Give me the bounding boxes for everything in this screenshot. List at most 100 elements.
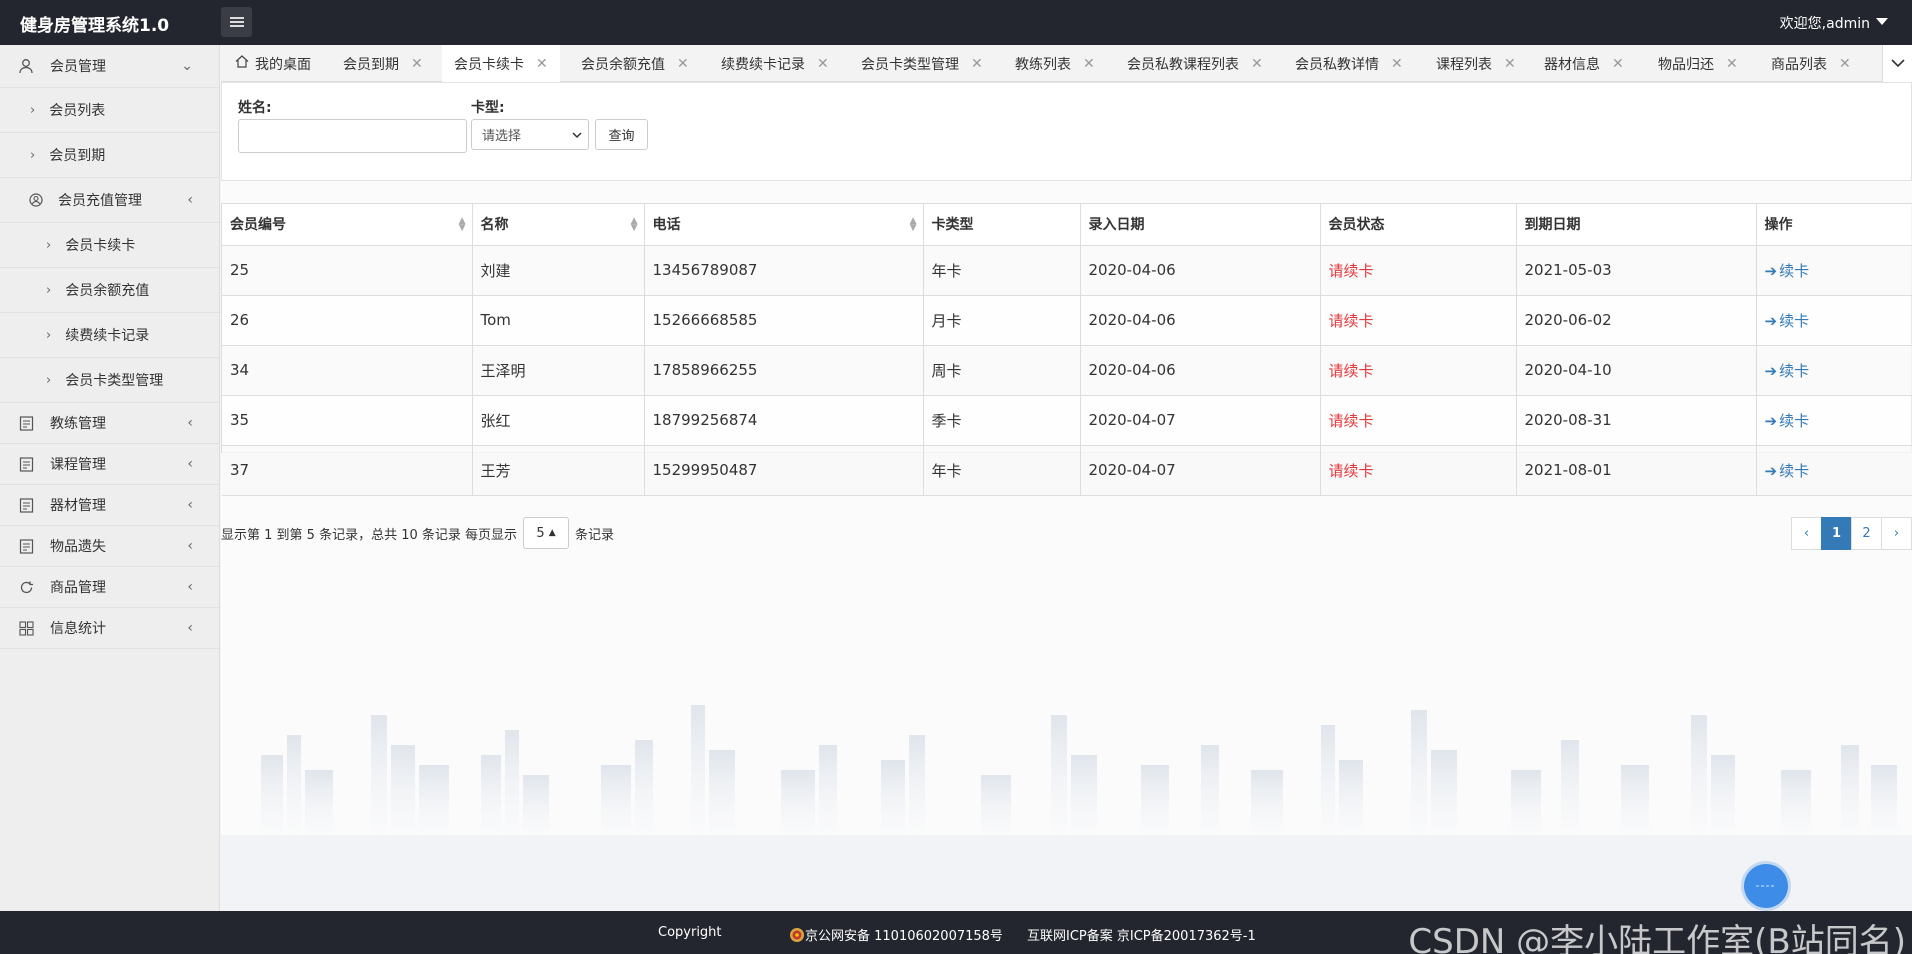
close-icon[interactable]: ✕: [1083, 56, 1095, 72]
chevron-down-icon: ⌄: [181, 58, 193, 74]
footer: Copyright 京公网安备 11010602007158号 互联网ICP备案…: [0, 911, 1912, 954]
arrow-right-icon: ➔: [1764, 411, 1778, 430]
sidebar-item-label: 续费续卡记录: [65, 328, 150, 344]
renew-card-link[interactable]: ➔ 续卡: [1765, 262, 1810, 280]
sort-icon[interactable]: ▲ ▼: [631, 217, 638, 233]
sort-icon[interactable]: ▲ ▼: [910, 217, 917, 233]
close-icon[interactable]: ✕: [1504, 56, 1516, 72]
close-icon[interactable]: ✕: [1391, 56, 1403, 72]
cell-card-type: 年卡: [923, 245, 1081, 296]
tab-private-detail[interactable]: 会员私教详情 ✕: [1295, 45, 1403, 82]
tab-member-expire[interactable]: 会员到期 ✕: [343, 45, 423, 82]
cell-expire-date: 2021-08-01: [1516, 445, 1757, 496]
sidebar-item-label: 会员卡续卡: [65, 238, 136, 254]
tab-label: 教练列表: [1015, 56, 1071, 73]
column-header-name[interactable]: 名称 ▲ ▼: [472, 204, 645, 246]
tab-equipment-info[interactable]: 器材信息 ✕: [1544, 45, 1624, 82]
footer-icp-record[interactable]: 互联网ICP备案 京ICP备20017362号-1: [1027, 925, 1256, 944]
sidebar-item-product-mgmt[interactable]: 商品管理 ‹: [0, 567, 219, 608]
card-type-select[interactable]: 请选择: [471, 119, 589, 150]
tab-card-renew[interactable]: 会员卡续卡 ✕: [442, 45, 560, 82]
name-label: 姓名:: [238, 100, 272, 116]
renew-card-link[interactable]: ➔ 续卡: [1765, 312, 1810, 330]
tab-balance-recharge[interactable]: 会员余额充值 ✕: [581, 45, 689, 82]
cell-entry-date: 2020-04-06: [1080, 245, 1321, 296]
close-icon[interactable]: ✕: [1251, 56, 1263, 72]
tab-renew-records[interactable]: 续费续卡记录 ✕: [721, 45, 829, 82]
tab-bar: 我的桌面 会员到期 ✕ 会员卡续卡 ✕ 会员余额充值 ✕ 续费续卡记录 ✕ 会员卡类型管…: [221, 45, 1912, 82]
tab-item-return[interactable]: 物品归还 ✕: [1658, 45, 1738, 82]
close-icon[interactable]: ✕: [1726, 56, 1738, 72]
close-icon[interactable]: ✕: [677, 56, 689, 72]
column-header-phone[interactable]: 电话 ▲ ▼: [644, 204, 924, 246]
table-row: 37 王芳 15299950487 年卡 2020-04-07 请续卡 2021…: [222, 445, 1912, 496]
sidebar-item-balance-recharge[interactable]: › 会员余额充值: [0, 268, 219, 313]
cell-card-type: 季卡: [923, 395, 1081, 446]
page-size-dropdown[interactable]: 5 ▲: [523, 517, 570, 549]
chevron-left-icon: ‹: [187, 415, 193, 431]
page-prev-button[interactable]: ‹: [1791, 517, 1822, 550]
sidebar-item-course-mgmt[interactable]: 课程管理 ‹: [0, 444, 219, 485]
tab-label: 会员余额充值: [581, 56, 665, 73]
cell-entry-date: 2020-04-07: [1080, 395, 1321, 446]
pagination: ‹ 1 2 ›: [1791, 517, 1912, 550]
skyline-background-image: [221, 705, 1912, 911]
tab-private-course-list[interactable]: 会员私教课程列表 ✕: [1127, 45, 1263, 82]
sidebar-item-coach-mgmt[interactable]: 教练管理 ‹: [0, 403, 219, 444]
tab-label: 续费续卡记录: [721, 56, 805, 73]
tab-desktop[interactable]: 我的桌面: [235, 45, 311, 82]
refresh-icon: [18, 579, 34, 595]
column-header-status: 会员状态: [1320, 204, 1517, 246]
floating-action-button[interactable]: [1744, 864, 1788, 908]
sort-icon[interactable]: ▲ ▼: [459, 217, 466, 233]
close-icon[interactable]: ✕: [1612, 56, 1624, 72]
chevron-left-icon: ‹: [187, 538, 193, 554]
tab-label: 课程列表: [1436, 56, 1492, 73]
sidebar-item-lost-items[interactable]: 物品遗失 ‹: [0, 526, 219, 567]
dots-icon: [1756, 885, 1776, 887]
renew-card-link[interactable]: ➔ 续卡: [1765, 412, 1810, 430]
user-menu[interactable]: 欢迎您,admin: [1780, 13, 1888, 33]
close-icon[interactable]: ✕: [411, 56, 423, 72]
tab-card-type-mgmt[interactable]: 会员卡类型管理 ✕: [861, 45, 983, 82]
renew-card-link[interactable]: ➔ 续卡: [1765, 362, 1810, 380]
sidebar-item-card-type-mgmt[interactable]: › 会员卡类型管理: [0, 358, 219, 403]
tab-coach-list[interactable]: 教练列表 ✕: [1015, 45, 1095, 82]
close-icon[interactable]: ✕: [536, 56, 548, 72]
column-header-card-type: 卡类型: [923, 204, 1081, 246]
sidebar-item-member-list[interactable]: › 会员列表: [0, 88, 219, 133]
query-button[interactable]: 查询: [595, 119, 648, 150]
menu-toggle-button[interactable]: [221, 7, 252, 37]
sidebar-item-statistics[interactable]: 信息统计 ‹: [0, 608, 219, 649]
sidebar-item-member-mgmt[interactable]: 会员管理 ⌄: [0, 45, 219, 88]
table-row: 26 Tom 15266668585 月卡 2020-04-06 请续卡 202…: [222, 295, 1912, 346]
tab-course-list[interactable]: 课程列表 ✕: [1436, 45, 1516, 82]
footer-police-record[interactable]: 京公网安备 11010602007158号: [789, 925, 1003, 944]
sidebar-item-equipment-mgmt[interactable]: 器材管理 ‹: [0, 485, 219, 526]
page-button-2[interactable]: 2: [1851, 517, 1882, 550]
table-header-row: 会员编号 ▲ ▼ 名称 ▲ ▼ 电话 ▲ ▼ 卡类型 录入日期 会员状态 到期日期 操作: [222, 204, 1912, 246]
tab-more-button[interactable]: [1882, 45, 1912, 82]
close-icon[interactable]: ✕: [1839, 56, 1851, 72]
chevron-right-icon: ›: [46, 372, 52, 388]
card-type-label: 卡型:: [471, 100, 505, 116]
column-header-actions: 操作: [1756, 204, 1912, 246]
tab-label: 会员到期: [343, 56, 399, 73]
page-next-button[interactable]: ›: [1881, 517, 1912, 550]
column-header-member-id[interactable]: 会员编号 ▲ ▼: [222, 204, 473, 246]
sidebar-item-label: 教练管理: [50, 416, 106, 432]
page-button-1[interactable]: 1: [1821, 517, 1852, 550]
close-icon[interactable]: ✕: [971, 56, 983, 72]
renew-card-link[interactable]: ➔ 续卡: [1765, 462, 1810, 480]
chevron-left-icon: ‹: [187, 620, 193, 636]
name-search-input[interactable]: [238, 119, 467, 153]
cell-status: 请续卡: [1320, 395, 1517, 446]
sidebar-item-renew-records[interactable]: › 续费续卡记录: [0, 313, 219, 358]
sidebar-item-recharge-mgmt[interactable]: 会员充值管理 ‹: [0, 178, 219, 223]
cell-expire-date: 2020-06-02: [1516, 295, 1757, 346]
sidebar-item-card-renew[interactable]: › 会员卡续卡: [0, 223, 219, 268]
cell-actions: ➔ 续卡: [1756, 395, 1912, 446]
tab-product-list[interactable]: 商品列表 ✕: [1771, 45, 1851, 82]
close-icon[interactable]: ✕: [817, 56, 829, 72]
sidebar-item-member-expire[interactable]: › 会员到期: [0, 133, 219, 178]
